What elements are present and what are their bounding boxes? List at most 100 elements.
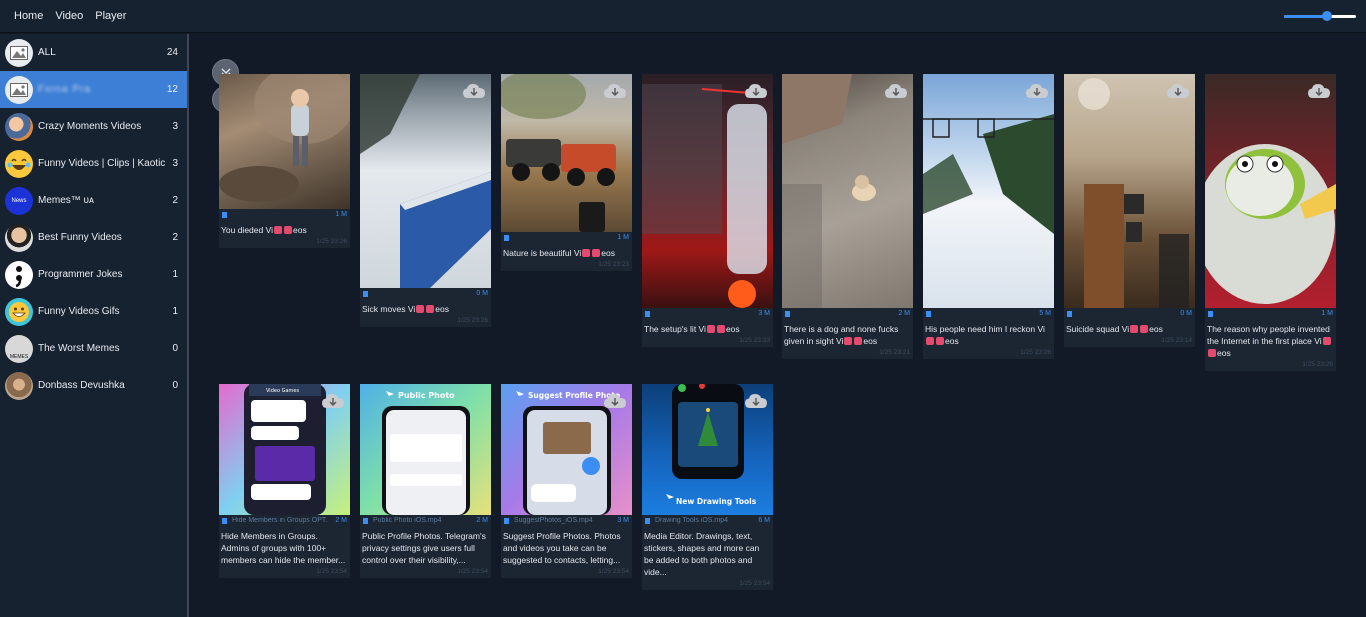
cloud-download-icon[interactable] <box>1025 82 1049 102</box>
sidebar-item-label: Fxrna Pra <box>38 84 91 95</box>
video-card[interactable]: 0 M Sick moves Vi eos 1/25 23:26 <box>360 74 491 327</box>
video-thumbnail[interactable] <box>782 74 913 308</box>
file-size: 0 M <box>476 290 488 297</box>
sidebar-item-count: 3 <box>172 121 178 132</box>
file-name: Drawing Tools iOS.mp4 <box>655 517 729 524</box>
video-thumbnail[interactable] <box>360 74 491 288</box>
menu-video[interactable]: Video <box>55 10 83 22</box>
file-name: Hide Members in Groups OPT... <box>232 517 327 524</box>
file-icon <box>1067 311 1072 317</box>
sidebar-item-label: The Worst Memes <box>38 343 120 354</box>
file-size: 3 M <box>617 517 629 524</box>
file-size: 3 M <box>758 310 770 317</box>
video-caption: The reason why people invented the Inter… <box>1207 324 1331 358</box>
cloud-download-icon[interactable] <box>744 82 768 102</box>
cloud-download-icon[interactable] <box>884 82 908 102</box>
video-thumbnail[interactable] <box>501 74 632 232</box>
file-icon <box>645 311 650 317</box>
slider-thumb[interactable] <box>1322 11 1333 21</box>
video-caption: Hide Members in Groups. Admins of groups… <box>221 531 346 565</box>
video-date: 1/25 23:54 <box>457 568 488 575</box>
file-size: 1 M <box>617 234 629 241</box>
file-icon <box>222 212 227 218</box>
file-icon <box>363 291 368 297</box>
semicolon-avatar <box>5 260 33 289</box>
file-meta: 0 M <box>1064 308 1195 321</box>
video-card[interactable]: Video Games Hide Members in Groups OPT..… <box>219 384 350 578</box>
file-size: 2 M <box>335 517 347 524</box>
memes-avatar: MEMES <box>5 334 33 363</box>
video-card[interactable]: 1 M Nature is beautiful Vi eos 1/25 23:23 <box>501 74 632 271</box>
video-thumbnail[interactable]: Suggest Profile Photo <box>501 384 632 515</box>
chat-sidebar: ALL 24 Fxrna Pra 12 Crazy Moments Videos… <box>0 34 189 617</box>
sidebar-item-label: Donbass Devushka <box>38 380 125 391</box>
video-card[interactable]: 0 M Suicide squad Vi eos 1/25 23:14 <box>1064 74 1195 347</box>
video-thumbnail[interactable]: Public Photo <box>360 384 491 515</box>
video-card[interactable]: Suggest Profile Photo SuggestPhotos_iOS.… <box>501 384 632 578</box>
video-card[interactable]: New Drawing Tools Drawing Tools iOS.mp4 6… <box>642 384 773 590</box>
file-icon <box>926 311 931 317</box>
sidebar-item-selected-channel[interactable]: Fxrna Pra 12 <box>0 71 187 108</box>
file-size: 5 M <box>1039 310 1051 317</box>
cloud-download-icon[interactable] <box>321 392 345 412</box>
sidebar-item-label: ALL <box>38 47 56 58</box>
video-date: 1/25 23:54 <box>598 568 629 575</box>
video-thumbnail[interactable] <box>219 74 350 209</box>
main-menu: Home Video Player <box>14 10 126 22</box>
sidebar-item-all[interactable]: ALL 24 <box>0 34 187 71</box>
video-card[interactable]: 1 M You dieded Vi eos 1/25 23:26 <box>219 74 350 248</box>
cloud-download-icon[interactable] <box>462 82 486 102</box>
zoom-slider[interactable] <box>1284 11 1356 21</box>
sidebar-item-label: Programmer Jokes <box>38 269 123 280</box>
video-card[interactable]: 5 M His people need him I reckon Vieos 1… <box>923 74 1054 359</box>
video-thumbnail[interactable] <box>1205 74 1336 308</box>
menu-player[interactable]: Player <box>95 10 126 22</box>
sidebar-item-count: 2 <box>172 232 178 243</box>
sidebar-item-donbass-devushka[interactable]: Donbass Devushka 0 <box>0 367 187 404</box>
file-icon <box>1208 311 1213 317</box>
file-meta: Drawing Tools iOS.mp4 6 M <box>642 515 773 528</box>
thumb-title: New Drawing Tools <box>676 497 757 506</box>
sidebar-item-count: 1 <box>172 269 178 280</box>
video-card[interactable]: 2 M There is a dog and none fucks given … <box>782 74 913 359</box>
channel-avatar <box>5 371 33 400</box>
sidebar-item-label: Funny Videos | Clips | Kaotic <box>38 158 166 169</box>
cloud-download-icon[interactable] <box>603 82 627 102</box>
sidebar-item-count: 12 <box>166 84 178 95</box>
sidebar-item-label: Best Funny Videos <box>38 232 122 243</box>
video-thumbnail[interactable]: New Drawing Tools <box>642 384 773 515</box>
sidebar-item-crazy-moments[interactable]: Crazy Moments Videos 3 <box>0 108 187 145</box>
sidebar-item-funny-videos-kaotic[interactable]: Funny Videos | Clips | Kaotic 3 <box>0 145 187 182</box>
file-name: SuggestPhotos_iOS.mp4 <box>514 517 593 524</box>
file-size: 2 M <box>476 517 488 524</box>
menu-home[interactable]: Home <box>14 10 43 22</box>
video-date: 1/25 23:33 <box>739 337 770 344</box>
sidebar-item-funny-videos-gifs[interactable]: Funny Videos Gifs 1 <box>0 293 187 330</box>
sidebar-item-programmer-jokes[interactable]: Programmer Jokes 1 <box>0 256 187 293</box>
slider-fill <box>1284 15 1328 18</box>
sidebar-item-best-funny-videos[interactable]: Best Funny Videos 2 <box>0 219 187 256</box>
cloud-download-icon[interactable] <box>603 392 627 412</box>
video-thumbnail[interactable]: Video Games <box>219 384 350 515</box>
sidebar-item-count: 0 <box>172 380 178 391</box>
cloud-download-icon[interactable] <box>1166 82 1190 102</box>
video-thumbnail[interactable] <box>923 74 1054 308</box>
video-card[interactable]: Public Photo Public Photo iOS.mp4 2 M Pub… <box>360 384 491 578</box>
video-thumbnail[interactable] <box>1064 74 1195 308</box>
cloud-download-icon[interactable] <box>1307 82 1331 102</box>
cloud-download-icon[interactable] <box>744 392 768 412</box>
thumb-title: Video Games <box>266 388 299 394</box>
sidebar-item-memes-ua[interactable]: News Memes™ ᴜᴀ 2 <box>0 182 187 219</box>
file-meta: 0 M <box>360 288 491 301</box>
sidebar-item-count: 3 <box>172 158 178 169</box>
sidebar-item-worst-memes[interactable]: MEMES The Worst Memes 0 <box>0 330 187 367</box>
top-bar: Home Video Player <box>0 0 1366 33</box>
file-icon <box>363 518 368 524</box>
sidebar-item-count: 1 <box>172 306 178 317</box>
file-meta: Public Photo iOS.mp4 2 M <box>360 515 491 528</box>
file-meta: 5 M <box>923 308 1054 321</box>
sidebar-item-label: Funny Videos Gifs <box>38 306 120 317</box>
video-thumbnail[interactable] <box>642 74 773 308</box>
video-card[interactable]: 3 M The setup's lit Vi eos 1/25 23:33 <box>642 74 773 347</box>
video-card[interactable]: 1 M The reason why people invented the I… <box>1205 74 1336 371</box>
